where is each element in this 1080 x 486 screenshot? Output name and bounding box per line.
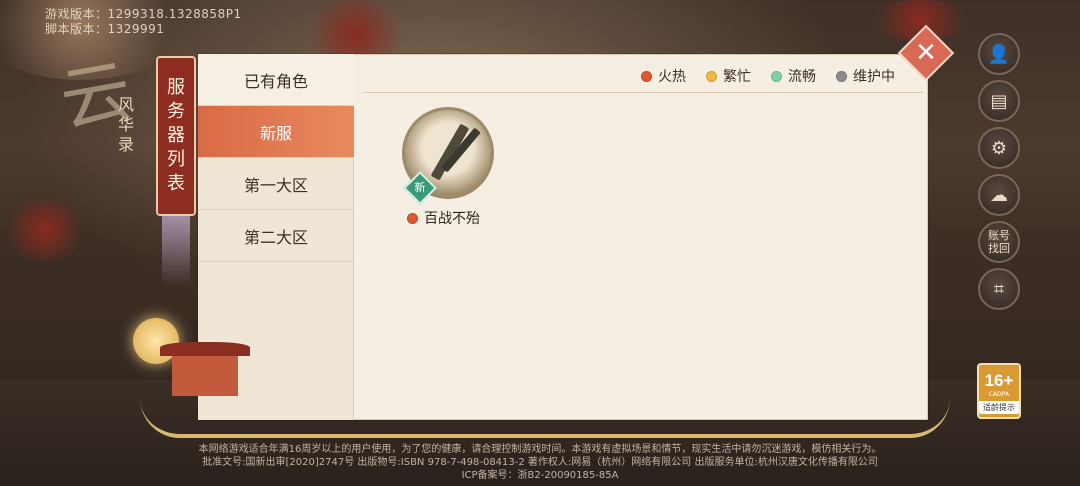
pavilion-roof [160,342,250,356]
scan-icon-glyph: ⌗ [993,278,1005,300]
legend-maintenance: 维护中 [836,66,895,86]
brand-tag: 风华录 [117,95,134,154]
close-icon: ✕ [915,38,937,68]
pavilion-body [172,356,238,396]
tab-label: 第一大区 [243,175,308,195]
banner-char: 务 [167,101,185,122]
settings-gear-icon[interactable]: ⚙ [978,127,1020,169]
legend-busy: 繁忙 [706,66,751,86]
tab-region-two[interactable]: 第二大区 [198,210,354,262]
script-version-text: 脚本版本：1329991 [45,22,165,36]
legend-hot: 火热 [641,66,686,86]
status-dot-hot [641,70,652,82]
legend-label: 流畅 [788,69,816,85]
age-rating-badge[interactable]: 16+ CADPA 适龄提示 [977,363,1021,419]
user-icon-glyph: 👤 [987,43,1011,65]
tab-region-one[interactable]: 第一大区 [198,158,354,210]
server-name: 百战不殆 [424,211,480,227]
account-retrieve-button[interactable]: 账号找回 [978,221,1020,263]
cloud-download-icon[interactable]: ☁ [978,174,1020,216]
gear-icon-glyph: ⚙ [990,137,1008,159]
legend-divider [363,92,923,93]
banner-wisteria-decoration [162,216,190,286]
server-entry[interactable]: 百战不殆 [407,208,480,228]
legend-label: 火热 [658,69,686,85]
cloud-icon-glyph: ☁ [990,184,1008,206]
legend-smooth: 流畅 [771,66,816,86]
legend-label: 繁忙 [723,69,751,85]
footer-icp-record: ICP备案号：浙B2-20090185-85A [461,470,619,481]
background-red-tree [0,200,90,260]
server-status-dot [407,212,418,224]
tab-label: 第二大区 [243,227,308,247]
status-dot-smooth [771,70,782,82]
age-rating-number: 16+ [984,371,1014,390]
cloud-border-decoration [140,398,950,438]
notice-icon[interactable]: ▤ [978,80,1020,122]
notice-icon-glyph: ▤ [990,90,1008,112]
banner-char: 表 [167,173,185,194]
tab-new-servers[interactable]: 新服 [198,106,354,158]
age-rating-org: CADPA [988,391,1010,398]
status-dot-busy [706,70,717,82]
account-retrieve-label: 账号找回 [988,229,1010,255]
age-rating-tip: 适龄提示 [979,401,1019,414]
user-icon[interactable]: 👤 [978,33,1020,75]
tab-label: 已有角色 [243,71,308,91]
banner-char: 器 [167,125,185,146]
status-dot-maintenance [836,70,847,82]
scan-icon[interactable]: ⌗ [978,268,1020,310]
new-badge-label: 新 [414,181,426,194]
tab-label: 新服 [259,123,292,143]
tab-existing-roles[interactable]: 已有角色 [198,54,354,106]
banner-char: 列 [167,149,185,170]
legend-label: 维护中 [853,69,895,85]
server-list-title-banner: 服 务 器 列 表 [156,56,196,216]
banner-char: 服 [167,77,185,98]
